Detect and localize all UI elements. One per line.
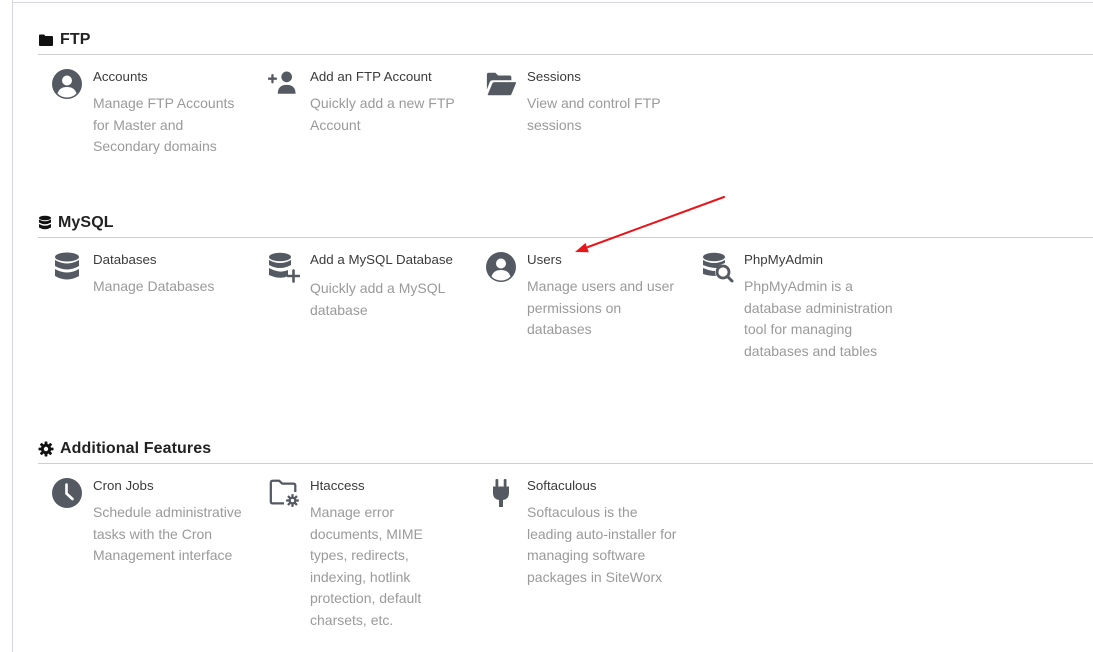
additional-features-section: Additional Features Cron Jobs Schedule a… <box>38 437 1093 628</box>
ftp-section-header: FTP <box>38 28 1093 52</box>
item-description: Manage FTP Accounts for Master and Secon… <box>93 95 235 155</box>
top-border <box>12 2 1093 3</box>
item-title[interactable]: Users <box>527 251 677 267</box>
folder-icon <box>38 33 54 47</box>
folder-gear-icon <box>268 477 300 509</box>
left-border <box>12 0 13 652</box>
user-plus-icon <box>268 68 300 100</box>
ftp-section-title: FTP <box>60 31 91 48</box>
database-icon <box>51 251 83 283</box>
mysql-section: MySQL Databases Manage Databases Add a M… <box>38 211 1093 359</box>
item-description: PhpMyAdmin is a database administration … <box>744 278 893 359</box>
item-description: Schedule administrative tasks with the C… <box>93 504 242 564</box>
gear-icon <box>38 441 54 457</box>
database-icon <box>38 215 52 231</box>
item-description: Quickly add a new FTP Account <box>310 95 455 133</box>
user-circle-icon <box>485 251 517 283</box>
item-title[interactable]: Add an FTP Account <box>310 68 460 84</box>
item-description: Softaculous is the leading auto-installe… <box>527 504 677 585</box>
item-title[interactable]: Sessions <box>527 68 677 84</box>
item-title[interactable]: Add a MySQL Database <box>310 251 460 267</box>
item-title[interactable]: Databases <box>93 251 243 267</box>
ftp-section-divider <box>38 54 1093 55</box>
plug-icon <box>485 477 517 509</box>
database-search-icon <box>702 251 734 283</box>
item-description: Manage error documents, MIME types, redi… <box>310 504 423 628</box>
mysql-section-divider <box>38 237 1093 238</box>
user-circle-icon <box>51 68 83 100</box>
item-title[interactable]: PhpMyAdmin <box>744 251 894 267</box>
database-plus-icon <box>268 251 300 283</box>
item-description: Manage Databases <box>93 278 215 294</box>
clock-icon <box>51 477 83 509</box>
mysql-section-title: MySQL <box>58 214 114 231</box>
item-description: Manage users and user permissions on dat… <box>527 278 675 338</box>
ftp-section: FTP Accounts Manage FTP Accounts for Mas… <box>38 28 1093 154</box>
item-title[interactable]: Softaculous <box>527 477 677 493</box>
features-section-title: Additional Features <box>60 440 212 457</box>
features-section-header: Additional Features <box>38 437 1093 461</box>
folder-open-icon <box>485 68 517 100</box>
item-description: View and control FTP sessions <box>527 95 661 133</box>
item-title[interactable]: Accounts <box>93 68 243 84</box>
item-description: Quickly add a MySQL database <box>310 280 445 318</box>
mysql-section-header: MySQL <box>38 211 1093 235</box>
features-section-divider <box>38 463 1093 464</box>
item-title[interactable]: Htaccess <box>310 477 460 493</box>
item-title[interactable]: Cron Jobs <box>93 477 243 493</box>
